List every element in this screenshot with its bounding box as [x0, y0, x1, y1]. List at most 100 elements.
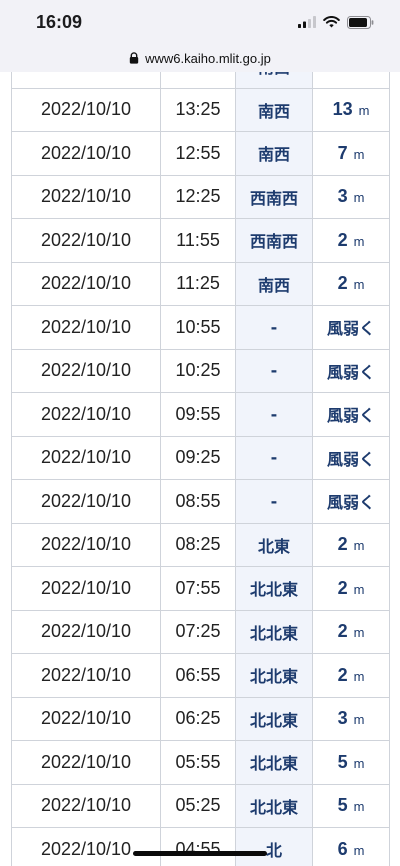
wind-direction-cell: 北	[235, 827, 313, 866]
time-cell: 12:55	[160, 131, 236, 176]
wind-speed-value: 13	[333, 72, 353, 76]
wind-speed-value: 風弱く	[326, 319, 375, 339]
lock-icon	[129, 52, 139, 64]
wind-speed-unit: m	[353, 712, 365, 728]
time-cell: 09:55	[160, 392, 236, 437]
wind-observation-table: 2022/10/1013:55南西13m2022/10/1013:25南西13m…	[11, 72, 390, 866]
wind-speed-cell: 3m	[312, 174, 390, 219]
table-row: 2022/10/10 08:55- 風弱く	[11, 479, 390, 524]
address-bar[interactable]: www6.kaiho.mlit.go.jp	[0, 44, 400, 72]
table-row: 2022/10/10 10:55- 風弱く	[11, 305, 390, 350]
table-row: 2022/10/10 10:25- 風弱く	[11, 348, 390, 393]
wind-speed-cell: 2m	[312, 566, 390, 611]
time-cell: 10:55	[160, 305, 236, 350]
wind-speed-value: 5	[337, 751, 348, 772]
wind-speed-cell: 風弱く	[312, 392, 390, 437]
wind-direction-cell: 北北東	[235, 783, 313, 828]
date-cell: 2022/10/10	[11, 131, 161, 176]
time-cell: 06:55	[160, 653, 236, 698]
table-row: 2022/10/10 05:25 北北東 5 m	[11, 783, 390, 828]
time-cell: 05:55	[160, 740, 236, 785]
wind-speed-cell: 13 m	[312, 72, 390, 89]
table-row: 2022/10/10 09:25- 風弱く	[11, 435, 390, 480]
wind-speed-unit: m	[353, 799, 365, 815]
table-row: 2022/10/10 09:55- 風弱く	[11, 392, 390, 437]
wind-speed-value: 2	[337, 664, 348, 685]
wind-speed-value: 3	[337, 186, 348, 207]
wind-speed-cell: 3m	[312, 696, 390, 741]
wind-speed-value: 3	[337, 708, 348, 729]
wind-speed-value: 5	[337, 795, 348, 816]
status-bar: 16:09	[0, 0, 400, 44]
battery-icon	[347, 15, 374, 29]
table-row: 2022/10/10 12:25 西南西 3 m	[11, 174, 390, 219]
wind-speed-cell: 風弱く	[312, 305, 390, 350]
date-cell: 2022/10/10	[11, 696, 161, 741]
wind-speed-cell: 5m	[312, 783, 390, 828]
wind-speed-unit: m	[353, 625, 365, 641]
table-row: 2022/10/10 06:55 北北東 2 m	[11, 653, 390, 698]
wind-speed-value: 6	[337, 838, 348, 859]
wind-speed-unit: m	[353, 190, 365, 206]
wind-direction-cell: -	[235, 348, 313, 393]
wind-speed-unit: m	[353, 277, 365, 293]
wind-speed-cell: 風弱く	[312, 479, 390, 524]
table-row: 2022/10/10 08:25 北東 2 m	[11, 522, 390, 567]
home-indicator[interactable]	[133, 851, 267, 856]
wind-direction-cell: 南西	[235, 87, 313, 132]
wind-speed-unit: m	[353, 233, 365, 249]
time-cell: 07:55	[160, 566, 236, 611]
wind-direction-cell: 北北東	[235, 566, 313, 611]
time-cell: 13:25	[160, 87, 236, 132]
date-cell: 2022/10/10	[11, 522, 161, 567]
wind-speed-value: 風弱く	[326, 449, 375, 469]
time-cell: 07:25	[160, 609, 236, 654]
url-text[interactable]: www6.kaiho.mlit.go.jp	[145, 51, 271, 66]
wind-speed-unit: m	[353, 538, 365, 554]
wind-speed-cell: 13 m	[312, 87, 390, 132]
wind-speed-value: 2	[337, 577, 348, 598]
table-row: 2022/10/10 13:25 南西 13 m	[11, 87, 390, 132]
wind-speed-value: 7	[337, 142, 348, 163]
wind-speed-unit: m	[358, 103, 370, 119]
time-cell: 06:25	[160, 696, 236, 741]
time-cell: 11:25	[160, 261, 236, 306]
date-cell: 2022/10/10	[11, 435, 161, 480]
wind-speed-value: 2	[337, 229, 348, 250]
cellular-signal-icon	[298, 16, 316, 28]
wind-speed-value: 13	[332, 99, 353, 120]
wind-speed-cell: 風弱く	[312, 348, 390, 393]
wind-speed-unit: m	[359, 72, 370, 75]
date-cell: 2022/10/10	[11, 479, 161, 524]
wind-direction-cell: -	[235, 392, 313, 437]
date-cell: 2022/10/10	[11, 392, 161, 437]
table-row: 2022/10/10 11:55 西南西 2 m	[11, 218, 390, 263]
time-cell: 13:55	[160, 72, 236, 89]
table-row: 2022/10/10 05:55 北北東 5 m	[11, 740, 390, 785]
system-icons	[298, 15, 374, 29]
time-cell: 10:25	[160, 348, 236, 393]
table-row: 2022/10/10 07:55 北北東 2 m	[11, 566, 390, 611]
wind-speed-unit: m	[353, 581, 365, 597]
wind-direction-cell: 南西	[235, 261, 313, 306]
wind-speed-value: 風弱く	[326, 406, 375, 426]
wind-direction-cell: 北北東	[235, 696, 313, 741]
wind-speed-unit: m	[353, 668, 365, 684]
table-row: 2022/10/10 06:25 北北東 3 m	[11, 696, 390, 741]
wind-direction-cell: 西南西	[235, 218, 313, 263]
wind-speed-cell: 風弱く	[312, 435, 390, 480]
time-cell: 11:55	[160, 218, 236, 263]
wind-direction-cell: 西南西	[235, 174, 313, 219]
wind-direction-cell: 南西	[235, 131, 313, 176]
date-cell: 2022/10/10	[11, 609, 161, 654]
time-cell: 09:25	[160, 435, 236, 480]
wind-speed-unit: m	[353, 842, 365, 858]
wind-direction-cell: 南西	[235, 72, 313, 89]
wind-direction-cell: -	[235, 435, 313, 480]
date-cell: 2022/10/10	[11, 653, 161, 698]
date-cell: 2022/10/10	[11, 218, 161, 263]
page-content: 2022/10/1013:55南西13m2022/10/1013:25南西13m…	[0, 72, 400, 866]
table-row: 2022/10/10 07:25 北北東 2 m	[11, 609, 390, 654]
wind-speed-cell: 2m	[312, 261, 390, 306]
date-cell: 2022/10/10	[11, 305, 161, 350]
